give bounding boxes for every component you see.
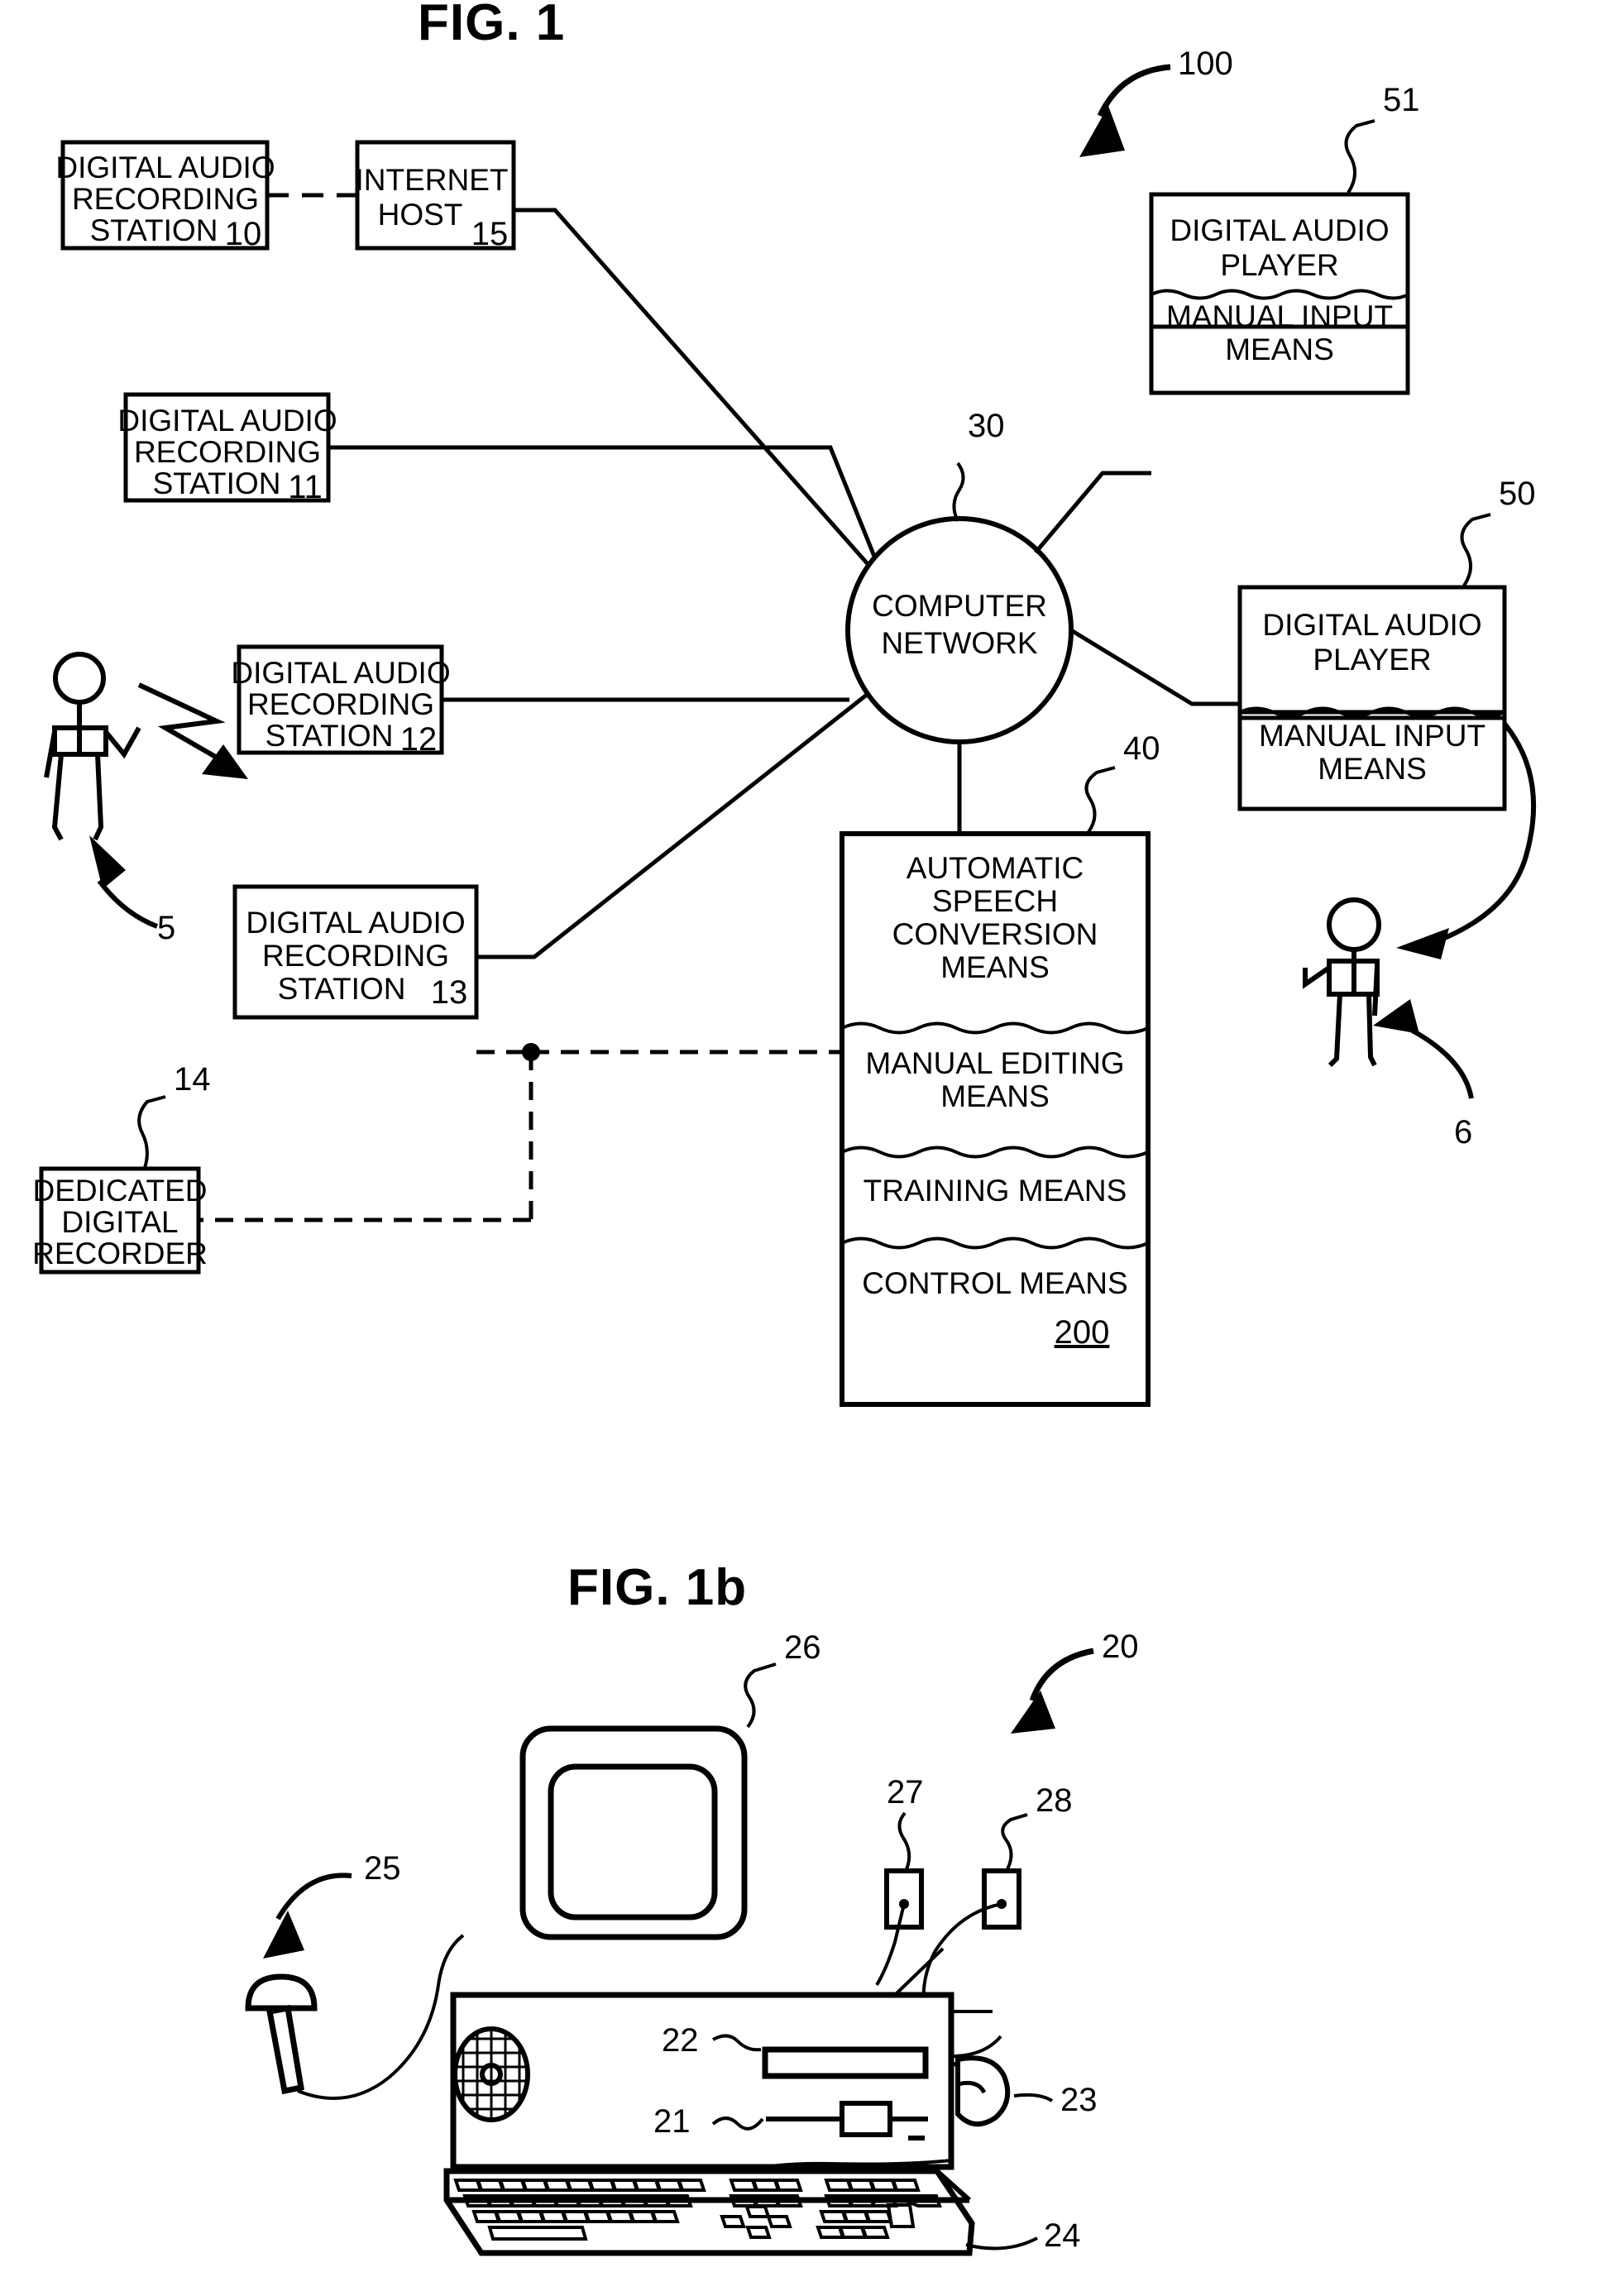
box-label-line-3: STATION bbox=[153, 466, 281, 500]
box-label-line-1: DIGITAL AUDIO bbox=[246, 906, 465, 940]
reference-numeral-24: 24 bbox=[1044, 2217, 1081, 2254]
box-label-line-2: RECORDING bbox=[72, 182, 259, 216]
reference-numeral-15: 15 bbox=[471, 216, 509, 252]
reference-numeral-12: 12 bbox=[400, 721, 438, 758]
cdrom-drive-slot[interactable] bbox=[762, 2046, 929, 2079]
keyboard-24[interactable] bbox=[443, 2168, 975, 2256]
node-digital-audio-recording-station-13[interactable]: DIGITAL AUDIO RECORDING STATION 13 bbox=[232, 884, 479, 1020]
box-label-line-2: RECORDING bbox=[262, 939, 449, 973]
reference-numeral-27: 27 bbox=[887, 1774, 924, 1810]
reference-numeral-21: 21 bbox=[653, 2103, 691, 2140]
reference-numeral-28: 28 bbox=[1036, 1782, 1073, 1819]
asc40-section2-line-2: MEANS bbox=[940, 1079, 1050, 1113]
reference-numeral-30: 30 bbox=[968, 408, 1005, 444]
player51-section-line-2: MEANS bbox=[1225, 332, 1334, 366]
box-label-line-1: DEDICATED bbox=[32, 1174, 207, 1208]
fig1b-title: FIG. 1b bbox=[567, 1559, 747, 1616]
box-label-line-3: RECORDER bbox=[32, 1236, 208, 1270]
node-digital-audio-recording-station-11[interactable]: DIGITAL AUDIO RECORDING STATION 11 bbox=[117, 392, 337, 505]
asc40-title-line-1: AUTOMATIC bbox=[907, 851, 1084, 885]
asc40-section2-line-1: MANUAL EDITING bbox=[865, 1046, 1124, 1080]
box-label-line-3: STATION bbox=[90, 213, 218, 247]
box-label-line-2: RECORDING bbox=[247, 687, 434, 721]
box-label-line-3: STATION bbox=[266, 719, 394, 753]
player51-title-line-2: PLAYER bbox=[1220, 248, 1338, 282]
reference-numeral-14: 14 bbox=[174, 1061, 211, 1098]
fig1-title: FIG. 1 bbox=[418, 0, 565, 51]
box-label-line-1: DIGITAL AUDIO bbox=[231, 656, 450, 690]
mouse-23[interactable] bbox=[955, 2055, 1011, 2126]
reference-numeral-200: 200 bbox=[1055, 1314, 1110, 1351]
node-automatic-speech-conversion-means-40[interactable]: AUTOMATIC SPEECH CONVERSION MEANS MANUAL… bbox=[840, 831, 1151, 1407]
reference-numeral-51: 51 bbox=[1383, 82, 1420, 118]
reference-numeral-22: 22 bbox=[662, 2022, 699, 2059]
reference-numeral-50: 50 bbox=[1499, 476, 1536, 512]
box-label-line-2: HOST bbox=[378, 198, 463, 232]
monitor-26[interactable] bbox=[519, 1725, 748, 1940]
reference-numeral-10: 10 bbox=[225, 216, 262, 252]
box-label-line-3: STATION bbox=[278, 972, 406, 1006]
asc40-section4-line-1: CONTROL MEANS bbox=[862, 1266, 1127, 1300]
sheet-background bbox=[0, 0, 1617, 2296]
reference-numeral-5: 5 bbox=[157, 910, 175, 946]
patent-drawing-sheet: FIG. 1 DIGITAL AUDIO RECORDING STATION 1… bbox=[0, 0, 1617, 2296]
reference-numeral-13: 13 bbox=[431, 974, 468, 1011]
asc40-title-line-2: SPEECH bbox=[932, 884, 1058, 918]
player50-section-line-2: MEANS bbox=[1318, 752, 1427, 786]
box-label-line-1: INTERNET bbox=[356, 163, 509, 197]
network-label-line-2: NETWORK bbox=[881, 626, 1037, 660]
reference-numeral-40: 40 bbox=[1123, 730, 1160, 767]
box-label-line-1: DIGITAL AUDIO bbox=[55, 151, 275, 184]
asc40-title-line-3: CONVERSION bbox=[892, 917, 1098, 951]
box-label-line-2: RECORDING bbox=[134, 435, 321, 469]
player50-title-line-1: DIGITAL AUDIO bbox=[1262, 608, 1481, 642]
person-arm-right bbox=[1372, 965, 1380, 1016]
reference-numeral-23: 23 bbox=[1060, 2082, 1098, 2118]
port-connector-27[interactable] bbox=[884, 1868, 924, 1930]
monitor-screen bbox=[548, 1763, 718, 1921]
computer-tower[interactable]: 22 21 bbox=[450, 1992, 954, 2170]
player51-title-line-1: DIGITAL AUDIO bbox=[1170, 213, 1389, 247]
node-internet-host-15[interactable]: INTERNET HOST 15 bbox=[355, 140, 516, 252]
port-connector-28[interactable] bbox=[982, 1868, 1021, 1930]
asc40-section3-line-1: TRAINING MEANS bbox=[864, 1174, 1127, 1208]
reference-numeral-20: 20 bbox=[1102, 1629, 1139, 1665]
node-dedicated-digital-recorder-14[interactable]: DEDICATED DIGITAL RECORDER bbox=[32, 1166, 208, 1275]
node-digital-audio-recording-station-10[interactable]: DIGITAL AUDIO RECORDING STATION 10 bbox=[55, 140, 275, 252]
box-label-line-1: DIGITAL AUDIO bbox=[117, 404, 337, 438]
network-label-line-1: COMPUTER bbox=[872, 589, 1047, 623]
node-digital-audio-recording-station-12[interactable]: DIGITAL AUDIO RECORDING STATION 12 bbox=[231, 644, 451, 758]
reference-numeral-25: 25 bbox=[364, 1850, 401, 1887]
player50-section-line-1: MANUAL INPUT bbox=[1259, 719, 1485, 753]
reference-numeral-11: 11 bbox=[288, 469, 323, 505]
microphone-head bbox=[245, 1973, 318, 2011]
reference-numeral-6: 6 bbox=[1454, 1114, 1472, 1150]
player50-title-line-2: PLAYER bbox=[1313, 643, 1431, 677]
reference-numeral-100: 100 bbox=[1178, 45, 1233, 82]
reference-numeral-26: 26 bbox=[784, 1629, 821, 1666]
box-label-line-2: DIGITAL bbox=[61, 1205, 178, 1239]
asc40-title-line-4: MEANS bbox=[940, 950, 1050, 984]
